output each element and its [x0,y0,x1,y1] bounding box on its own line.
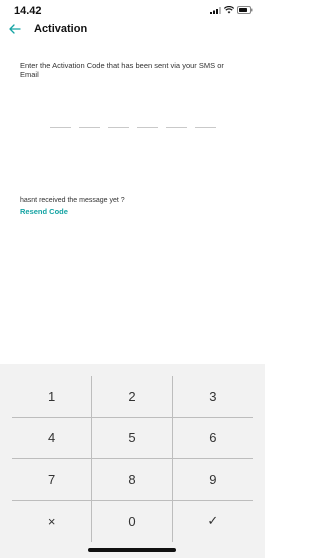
signal-icon [210,6,221,14]
key-8[interactable]: 8 [92,459,173,501]
key-7[interactable]: 7 [12,459,93,501]
resend-code-link[interactable]: Resend Code [20,207,68,216]
activation-code-input[interactable] [50,122,220,128]
key-1[interactable]: 1 [12,376,93,418]
app-header: Activation [0,19,265,39]
code-slot[interactable] [166,122,187,128]
code-slot[interactable] [137,122,158,128]
home-indicator [88,548,176,552]
numeric-keypad: 1 2 3 4 5 6 7 8 9 × 0 ✓ [0,364,265,558]
status-time: 14.42 [14,5,42,17]
battery-icon [237,6,253,14]
key-4[interactable]: 4 [12,417,93,459]
status-bar: 14.42 [0,0,265,18]
code-slot[interactable] [50,122,71,128]
key-5[interactable]: 5 [92,417,173,459]
status-icons [210,6,253,14]
back-arrow-icon [9,24,21,34]
key-6[interactable]: 6 [172,418,253,459]
code-slot[interactable] [79,122,100,128]
page-title: Activation [34,23,88,35]
code-slot[interactable] [108,122,129,128]
key-clear-icon[interactable]: × [12,500,93,542]
key-confirm-icon[interactable]: ✓ [173,501,253,543]
key-2[interactable]: 2 [92,376,173,418]
key-3[interactable]: 3 [172,376,253,418]
hint-text: hasnt received the message yet ? [20,197,125,204]
back-button[interactable] [6,20,24,38]
keypad-grid: 1 2 3 4 5 6 7 8 9 × 0 ✓ [12,376,253,542]
key-0[interactable]: 0 [92,500,173,542]
key-9[interactable]: 9 [172,459,253,501]
instruction-text: Enter the Activation Code that has been … [20,61,224,79]
code-slot[interactable] [195,122,216,128]
wifi-icon [224,6,234,14]
